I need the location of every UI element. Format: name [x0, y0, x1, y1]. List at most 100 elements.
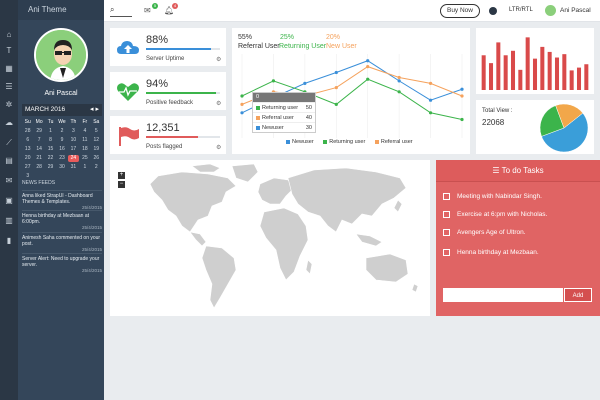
calendar-day[interactable]: 3	[68, 128, 79, 135]
data-point[interactable]	[366, 77, 370, 81]
cloud-icon[interactable]: ☁	[4, 118, 14, 128]
typography-icon[interactable]: T	[4, 46, 14, 56]
calendar-day[interactable]: 30	[56, 164, 67, 171]
file-icon[interactable]: ▮	[4, 236, 14, 246]
calendar-day[interactable]: 2	[91, 164, 102, 171]
data-point[interactable]	[397, 75, 401, 80]
calendar-day[interactable]: 24	[67, 155, 80, 162]
calendar-day[interactable]: 4	[79, 128, 90, 135]
calendar-day[interactable]: 26	[91, 155, 102, 162]
data-point[interactable]	[240, 94, 244, 98]
data-point[interactable]	[397, 90, 401, 94]
feed-item[interactable]: Anna liked StrapUI - Dashboard Themes & …	[22, 190, 102, 211]
bar[interactable]	[554, 57, 560, 90]
data-point[interactable]	[460, 87, 464, 91]
search-icon[interactable]: ⌕	[110, 5, 132, 17]
bug-icon[interactable]: ✲	[4, 100, 14, 110]
data-point[interactable]	[334, 102, 338, 106]
calendar-day[interactable]: 1	[79, 164, 90, 171]
calendar-day[interactable]: 2	[56, 128, 67, 135]
settings-icon[interactable]: ⚙	[216, 56, 221, 63]
bar[interactable]	[503, 55, 508, 90]
data-point[interactable]	[303, 81, 307, 85]
mail-icon[interactable]: ✉	[4, 176, 14, 186]
todo-item[interactable]: Henna birthday at Mezbaan.	[443, 248, 539, 258]
calendar-day[interactable]: 25	[79, 155, 90, 162]
bar[interactable]	[518, 69, 523, 90]
feed-item[interactable]: Henna birthday at Mezbaan at 6:00pm. 25/…	[22, 210, 102, 231]
calendar-day[interactable]: 27	[22, 164, 33, 171]
todo-checkbox[interactable]	[443, 193, 450, 200]
calendar-day[interactable]: 10	[68, 137, 79, 144]
todo-checkbox[interactable]	[443, 211, 450, 218]
data-point[interactable]	[271, 79, 276, 83]
calendar-day[interactable]: 11	[79, 137, 90, 144]
add-task-button[interactable]: Add	[564, 288, 592, 302]
grid-icon[interactable]: ▦	[4, 64, 14, 74]
bar[interactable]	[540, 46, 545, 90]
calendar-day[interactable]: 17	[68, 146, 79, 153]
calendar-icon[interactable]: ▣	[4, 196, 14, 206]
feed-item[interactable]: Animesh Saha commented on your post. 25/…	[22, 232, 102, 253]
calendar-day[interactable]: 18	[79, 146, 90, 153]
todo-input[interactable]	[443, 288, 563, 302]
bar[interactable]	[510, 50, 516, 90]
calendar-day[interactable]: 28	[33, 164, 44, 171]
todo-checkbox[interactable]	[443, 249, 450, 256]
pages-icon[interactable]: ▥	[4, 216, 14, 226]
data-point[interactable]	[428, 111, 433, 115]
bar[interactable]	[569, 70, 574, 90]
bar[interactable]	[562, 54, 567, 90]
data-point[interactable]	[397, 79, 401, 83]
todo-item[interactable]: Meeting with Nabindar Singh.	[443, 192, 542, 202]
list-icon[interactable]: ☰	[4, 82, 14, 92]
bell-icon[interactable]: 🔔︎ 4	[164, 3, 178, 16]
calendar-day[interactable]: 5	[91, 128, 102, 135]
calendar-day[interactable]: 3	[22, 173, 33, 180]
calendar-day[interactable]: 8	[45, 137, 56, 144]
bar[interactable]	[496, 42, 501, 90]
ltr-rtl-toggle[interactable]: LTR/RTL	[509, 7, 533, 13]
data-point[interactable]	[240, 111, 244, 115]
buy-now-button[interactable]: Buy Now	[440, 4, 480, 18]
settings-icon[interactable]: ⚙	[216, 100, 221, 107]
bar[interactable]	[547, 51, 552, 90]
calendar-day[interactable]: 23	[56, 155, 67, 162]
todo-checkbox[interactable]	[443, 229, 450, 236]
data-point[interactable]	[334, 86, 338, 90]
bar[interactable]	[525, 37, 530, 90]
data-point[interactable]	[366, 65, 370, 69]
calendar-day[interactable]: 29	[45, 164, 56, 171]
calendar-day[interactable]: 12	[91, 137, 102, 144]
legend-item[interactable]: Newuser	[286, 139, 314, 145]
calendar-day[interactable]: 6	[22, 137, 33, 144]
data-point[interactable]	[428, 98, 433, 102]
calendar-day[interactable]: 21	[33, 155, 44, 162]
bar[interactable]	[481, 55, 486, 90]
bar[interactable]	[532, 58, 538, 90]
calendar-day[interactable]: 13	[22, 146, 33, 153]
home-icon[interactable]: ⌂	[4, 30, 14, 40]
bar[interactable]	[488, 63, 494, 90]
calendar-day[interactable]: 7	[33, 137, 44, 144]
legend-item[interactable]: Referral user	[374, 139, 413, 145]
bar[interactable]	[576, 67, 582, 90]
calendar-day[interactable]: 29	[33, 128, 44, 135]
data-point[interactable]	[428, 81, 433, 85]
calendar-day[interactable]: 28	[22, 128, 33, 135]
calendar-day[interactable]: 20	[22, 155, 33, 162]
calendar-day[interactable]: 19	[91, 146, 102, 153]
calendar-day[interactable]: 22	[45, 155, 56, 162]
mail-icon[interactable]: ✉ 5	[144, 3, 158, 16]
data-point[interactable]	[240, 102, 244, 106]
calendar-day[interactable]: 15	[45, 146, 56, 153]
todo-item[interactable]: Avengers Age of Ultron.	[443, 228, 526, 238]
todo-item[interactable]: Exercise at 6:pm with Nicholas.	[443, 210, 547, 220]
calendar-day[interactable]: 16	[56, 146, 67, 153]
data-point[interactable]	[460, 94, 464, 98]
calendar-day[interactable]: 31	[68, 164, 79, 171]
calendar-nav-icon[interactable]: ◂ ▸	[90, 104, 99, 116]
brand-title[interactable]: Ani Theme	[18, 0, 104, 20]
data-point[interactable]	[366, 59, 370, 63]
bar[interactable]	[584, 64, 589, 90]
